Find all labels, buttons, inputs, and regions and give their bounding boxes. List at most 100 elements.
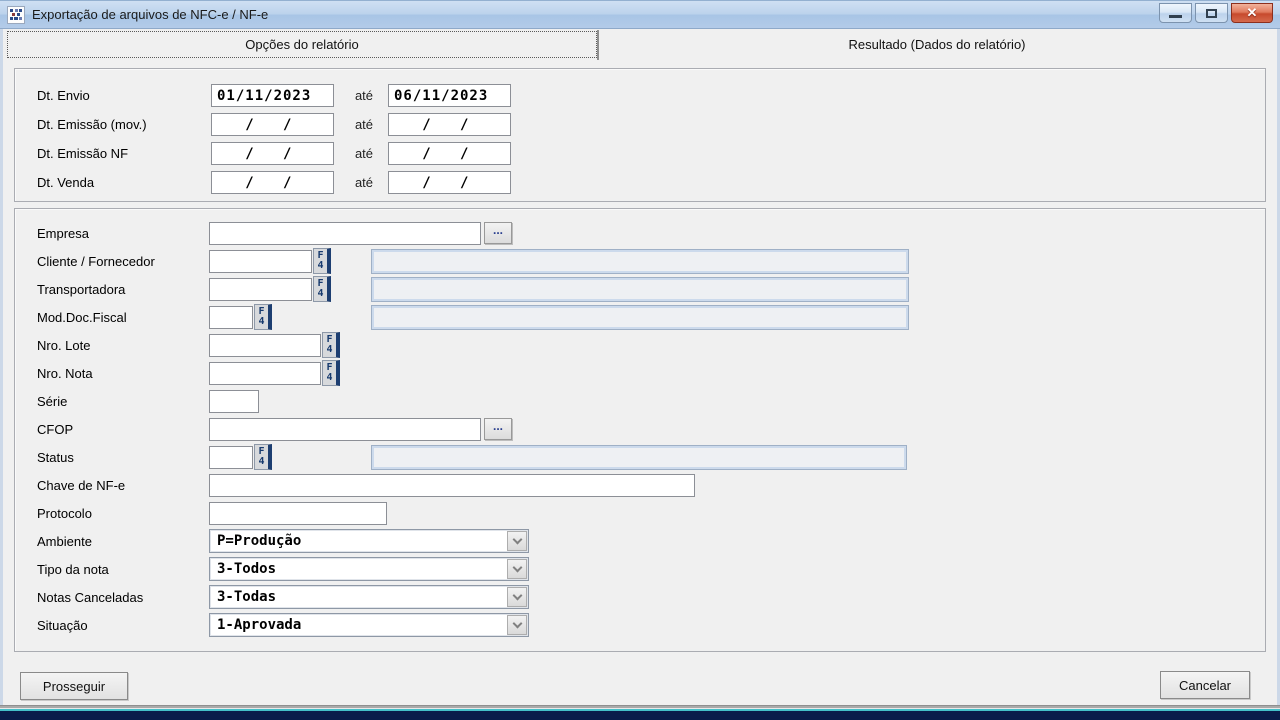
field-row-status: Status F 4 [15,445,1265,473]
dropdown-arrow-button[interactable] [507,615,527,635]
cfop-browse-button[interactable]: ... [484,418,512,440]
field-label: Situação [37,618,88,633]
cfop-input[interactable] [209,418,481,441]
field-row-empresa: Empresa ... [15,221,1265,249]
tab-label: Opções do relatório [245,37,358,52]
f4-icon: 4 [258,317,264,327]
field-label: Cliente / Fornecedor [37,254,155,269]
until-label: até [346,146,382,161]
tipo-nota-select[interactable]: 3-Todos [209,557,529,581]
dropdown-arrow-button[interactable] [507,587,527,607]
dt-emissao-nf-to-input[interactable] [388,142,511,165]
date-row-envio: Dt. Envio até [15,83,1265,111]
maximize-button[interactable] [1195,3,1228,23]
close-button[interactable]: ✕ [1231,3,1273,23]
field-label: CFOP [37,422,73,437]
filters-group: Empresa ... Cliente / Fornecedor F 4 Tra… [14,208,1266,652]
date-filters-group: Dt. Envio até Dt. Emissão (mov.) até Dt.… [14,68,1266,202]
dropdown-arrow-button[interactable] [507,531,527,551]
transportadora-description-field [371,277,909,302]
dt-venda-to-input[interactable] [388,171,511,194]
status-f4-lookup-button[interactable]: F 4 [254,444,272,470]
nro-lote-input[interactable] [209,334,321,357]
cancelar-button[interactable]: Cancelar [1160,671,1250,699]
select-value: 3-Todas [217,589,276,605]
mod-doc-fiscal-description-field [371,305,909,330]
field-label: Mod.Doc.Fiscal [37,310,127,325]
chevron-down-icon [512,535,522,545]
close-icon: ✕ [1247,4,1258,22]
prosseguir-button[interactable]: Prosseguir [20,672,128,700]
field-label: Dt. Envio [37,88,90,103]
cliente-fornecedor-f4-lookup-button[interactable]: F 4 [313,248,331,274]
field-row-chave-nfe: Chave de NF-e [15,473,1265,501]
tab-resultado-relatorio[interactable]: Resultado (Dados do relatório) [602,31,1272,58]
nro-lote-f4-lookup-button[interactable]: F 4 [322,332,340,358]
transportadora-input[interactable] [209,278,312,301]
field-label: Notas Canceladas [37,590,143,605]
tab-bar: Opções do relatório Resultado (Dados do … [6,30,1274,60]
select-value: 1-Aprovada [217,617,301,633]
mod-doc-fiscal-f4-lookup-button[interactable]: F 4 [254,304,272,330]
f4-icon: 4 [326,345,332,355]
until-label: até [346,88,382,103]
tab-divider [597,30,599,60]
f4-icon: 4 [317,261,323,271]
field-label: Chave de NF-e [37,478,125,493]
chevron-down-icon [512,563,522,573]
chevron-down-icon [512,591,522,601]
empresa-browse-button[interactable]: ... [484,222,512,244]
field-row-cfop: CFOP ... [15,417,1265,445]
transportadora-f4-lookup-button[interactable]: F 4 [313,276,331,302]
tab-label: Resultado (Dados do relatório) [848,37,1025,52]
field-label: Dt. Emissão NF [37,146,128,161]
cliente-fornecedor-input[interactable] [209,250,312,273]
nro-nota-input[interactable] [209,362,321,385]
cliente-fornecedor-description-field [371,249,909,274]
chevron-down-icon [512,619,522,629]
field-row-mod-doc-fiscal: Mod.Doc.Fiscal F 4 [15,305,1265,333]
situacao-select[interactable]: 1-Aprovada [209,613,529,637]
field-row-situacao: Situação 1-Aprovada [15,613,1265,641]
dt-venda-from-input[interactable] [211,171,334,194]
field-label: Nro. Nota [37,366,93,381]
field-label: Dt. Emissão (mov.) [37,117,147,132]
field-row-notas-canceladas: Notas Canceladas 3-Todas [15,585,1265,613]
maximize-icon [1206,9,1217,18]
empresa-input[interactable] [209,222,481,245]
dt-envio-to-input[interactable] [388,84,511,107]
protocolo-input[interactable] [209,502,387,525]
date-row-emissao-mov: Dt. Emissão (mov.) até [15,112,1265,140]
dt-emissao-mov-from-input[interactable] [211,113,334,136]
ambiente-select[interactable]: P=Produção [209,529,529,553]
field-label: Tipo da nota [37,562,109,577]
field-label: Dt. Venda [37,175,94,190]
field-label: Transportadora [37,282,125,297]
status-description-field [371,445,907,470]
window-border-left [0,29,3,706]
select-value: 3-Todos [217,561,276,577]
chave-nfe-input[interactable] [209,474,695,497]
field-row-ambiente: Ambiente P=Produção [15,529,1265,557]
mod-doc-fiscal-input[interactable] [209,306,253,329]
tab-opcoes-relatorio[interactable]: Opções do relatório [7,31,597,58]
nro-nota-f4-lookup-button[interactable]: F 4 [322,360,340,386]
date-row-emissao-nf: Dt. Emissão NF até [15,141,1265,169]
notas-canceladas-select[interactable]: 3-Todas [209,585,529,609]
field-row-tipo-nota: Tipo da nota 3-Todos [15,557,1265,585]
until-label: até [346,117,382,132]
f4-icon: 4 [317,289,323,299]
dt-emissao-nf-from-input[interactable] [211,142,334,165]
serie-input[interactable] [209,390,259,413]
export-nfe-window: Exportação de arquivos de NFC-e / NF-e ✕… [0,0,1280,720]
dropdown-arrow-button[interactable] [507,559,527,579]
until-label: até [346,175,382,190]
minimize-button[interactable] [1159,3,1192,23]
field-label: Ambiente [37,534,92,549]
title-bar: Exportação de arquivos de NFC-e / NF-e ✕ [0,0,1280,29]
dt-emissao-mov-to-input[interactable] [388,113,511,136]
dt-envio-from-input[interactable] [211,84,334,107]
status-input[interactable] [209,446,253,469]
field-label: Nro. Lote [37,338,90,353]
window-icon [7,6,25,24]
